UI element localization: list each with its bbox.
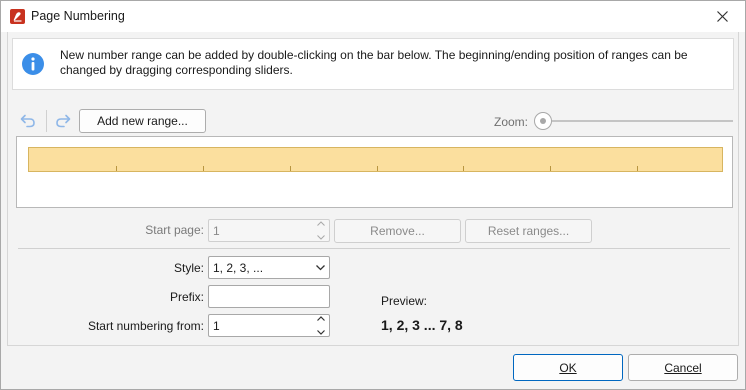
range-tick xyxy=(116,166,117,171)
title-bar: Page Numbering xyxy=(1,1,745,32)
start-page-value: 1 xyxy=(213,223,220,238)
style-value: 1, 2, 3, ... xyxy=(213,260,264,275)
range-tick xyxy=(550,166,551,171)
page-numbering-dialog: Page Numbering New number range can be a… xyxy=(0,0,746,390)
prefix-label: Prefix: xyxy=(169,290,204,304)
close-icon xyxy=(716,11,728,22)
add-new-range-button[interactable]: Add new range... xyxy=(79,109,206,133)
range-tick xyxy=(377,166,378,171)
toolbar-separator xyxy=(46,110,47,132)
range-tick xyxy=(203,166,204,171)
chevron-down-icon xyxy=(317,330,325,335)
info-text: New number range can be added by double-… xyxy=(60,48,688,77)
cancel-button[interactable]: Cancel xyxy=(628,354,738,381)
chevron-down-icon xyxy=(317,235,325,240)
undo-icon xyxy=(20,114,35,128)
preview-label: Preview: xyxy=(381,294,428,308)
chevron-up-icon xyxy=(317,221,325,226)
chevron-down-icon xyxy=(316,265,325,271)
zoom-label: Zoom: xyxy=(494,115,529,129)
start-page-spinner[interactable] xyxy=(315,221,327,240)
app-logo-icon xyxy=(10,9,25,24)
cancel-label: Cancel xyxy=(664,360,702,375)
start-numbering-value: 1 xyxy=(213,318,220,333)
start-page-field[interactable]: 1 xyxy=(208,219,330,242)
start-numbering-field[interactable]: 1 xyxy=(208,314,330,337)
range-bar[interactable] xyxy=(28,147,723,172)
zoom-slider-track[interactable] xyxy=(552,120,733,122)
zoom-slider-thumb[interactable] xyxy=(534,112,552,130)
range-tick xyxy=(463,166,464,171)
preview-value: 1, 2, 3 ... 7, 8 xyxy=(381,317,463,333)
section-divider xyxy=(18,248,730,249)
range-tick xyxy=(637,166,638,171)
undo-button[interactable] xyxy=(18,111,38,131)
remove-button[interactable]: Remove... xyxy=(334,219,461,243)
ok-label: OK xyxy=(559,360,577,375)
range-tick xyxy=(290,166,291,171)
info-icon xyxy=(22,53,44,75)
start-page-label: Start page: xyxy=(145,223,204,237)
info-banner: New number range can be added by double-… xyxy=(12,38,734,90)
style-label: Style: xyxy=(173,261,204,275)
redo-button[interactable] xyxy=(53,111,73,131)
style-dropdown[interactable]: 1, 2, 3, ... xyxy=(208,256,330,279)
chevron-up-icon xyxy=(317,316,325,321)
start-numbering-spinner[interactable] xyxy=(315,316,327,335)
range-panel[interactable] xyxy=(16,136,733,208)
ok-button[interactable]: OK xyxy=(513,354,623,381)
start-numbering-label: Start numbering from: xyxy=(87,319,204,333)
dialog-content: New number range can be added by double-… xyxy=(7,32,739,346)
close-button[interactable] xyxy=(699,1,745,32)
redo-icon xyxy=(56,114,71,128)
reset-ranges-button[interactable]: Reset ranges... xyxy=(465,219,592,243)
window-title: Page Numbering xyxy=(31,9,125,23)
prefix-input[interactable] xyxy=(208,285,330,308)
